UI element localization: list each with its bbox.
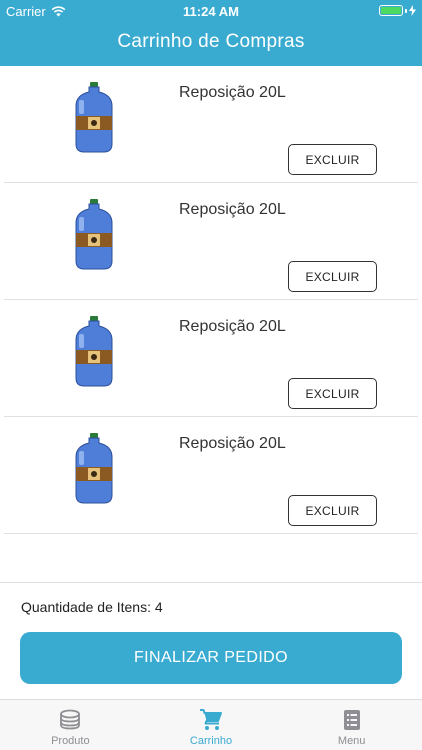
cart-list: Reposição 20L EXCLUIR Reposição 20L EXCL… [0,66,422,534]
app-header: Carrier 11:24 AM Carrinho de Compras [0,0,422,66]
product-name: Reposição 20L [179,318,286,335]
tab-produto[interactable]: Produto [0,700,141,750]
coins-stack-icon [60,709,81,730]
page-title: Carrinho de Compras [117,31,305,52]
tab-label: Carrinho [189,735,233,747]
water-jug-image [75,82,113,153]
charging-bolt-icon [409,5,416,16]
delete-item-button[interactable]: EXCLUIR [288,378,377,409]
water-jug-image [75,199,113,270]
delete-item-button[interactable]: EXCLUIR [288,495,377,526]
tab-bar: Produto Carrinho Menu [0,699,422,750]
tab-carrinho[interactable]: Carrinho [141,700,282,750]
water-jug-image [75,433,113,504]
tab-menu[interactable]: Menu [281,700,422,750]
delete-item-button[interactable]: EXCLUIR [288,261,377,292]
status-bar: Carrier 11:24 AM [0,0,422,22]
cart-item: Reposição 20L EXCLUIR [4,66,418,183]
cart-item: Reposição 20L EXCLUIR [4,183,418,300]
product-name: Reposição 20L [179,201,286,218]
item-count-label: Quantidade de Itens: 4 [21,599,163,615]
delete-item-button[interactable]: EXCLUIR [288,144,377,175]
tab-label: Produto [51,735,90,747]
status-time: 11:24 AM [183,4,239,19]
cart-item: Reposição 20L EXCLUIR [4,417,418,534]
finalize-order-button[interactable]: FINALIZAR PEDIDO [20,632,402,684]
cart-icon [200,709,222,730]
water-jug-image [75,316,113,387]
summary-divider [0,582,422,583]
product-name: Reposição 20L [179,435,286,452]
tab-label: Menu [337,735,366,747]
battery-icon [379,5,416,16]
cart-item: Reposição 20L EXCLUIR [4,300,418,417]
menu-list-icon [343,710,360,730]
product-name: Reposição 20L [179,84,286,101]
